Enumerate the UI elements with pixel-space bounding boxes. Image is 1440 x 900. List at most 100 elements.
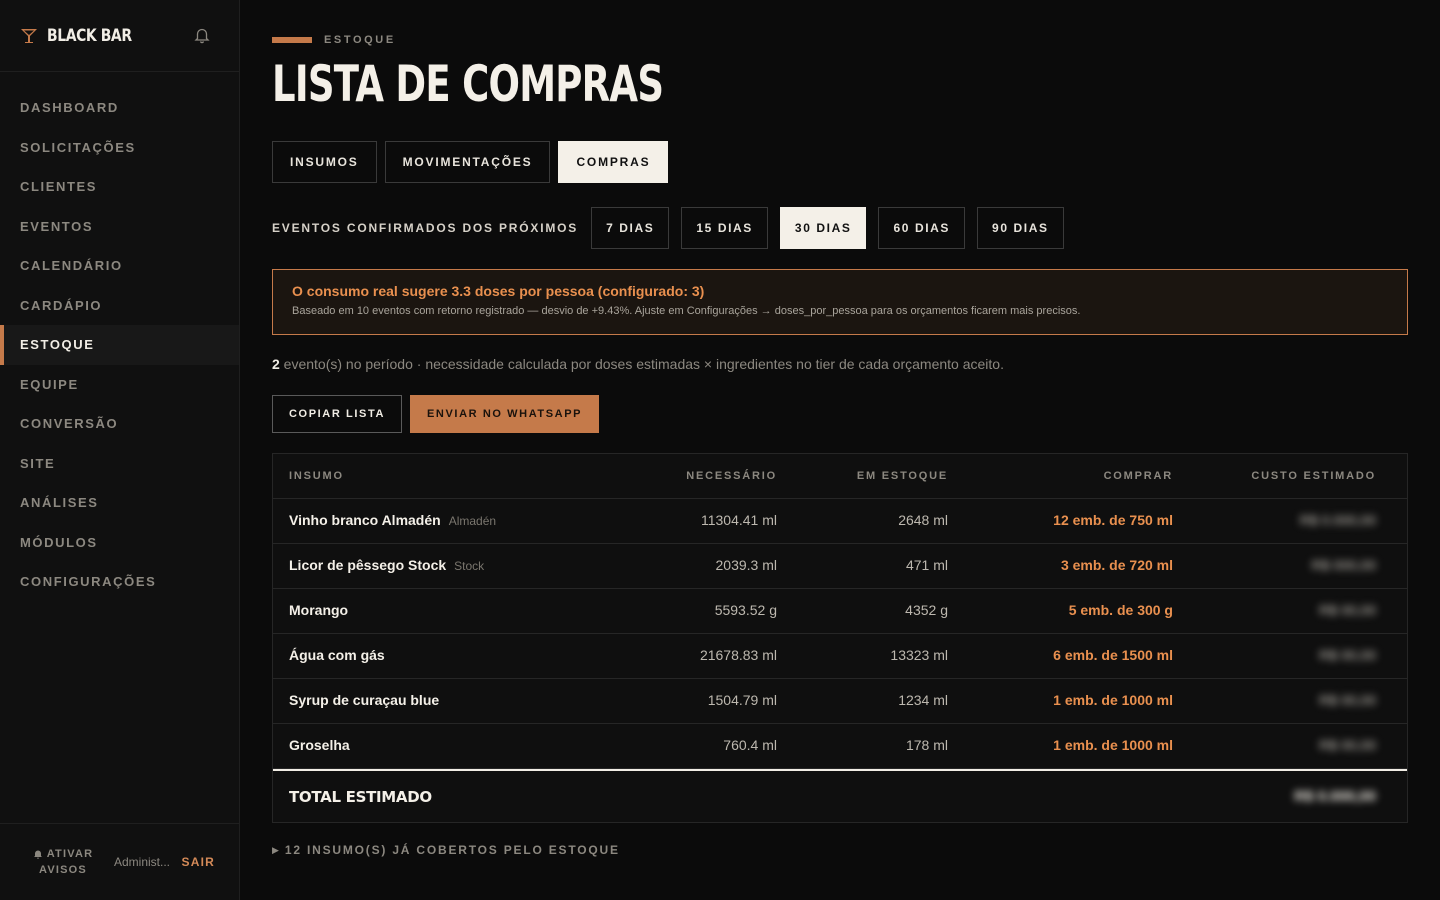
cell-comprar: 6 emb. de 1500 ml (948, 647, 1173, 665)
sidebar-item-configuracoes[interactable]: CONFIGURAÇÕES (0, 562, 239, 602)
cell-insumo: Syrup de curaçau blue (273, 692, 608, 710)
event-count: 2 (272, 356, 280, 372)
cell-comprar: 5 emb. de 300 g (948, 602, 1173, 620)
stock-value: 13323 ml (890, 647, 948, 663)
eyebrow-accent-bar (272, 37, 312, 43)
sidebar-item-analises[interactable]: ANÁLISES (0, 483, 239, 523)
col-insumo: INSUMO (289, 470, 344, 482)
period-option-60-dias[interactable]: 60 DIAS (878, 207, 966, 249)
covered-items-toggle[interactable]: ▶ 12 INSUMO(S) JÁ COBERTOS PELO ESTOQUE (272, 843, 620, 857)
enable-notifications-button[interactable]: ATIVAR AVISOS (30, 846, 96, 878)
item-brand: Stock (454, 559, 485, 573)
needed-value: 21678.83 ml (699, 647, 777, 663)
cell-insumo: Morango (273, 602, 608, 620)
period-label: EVENTOS CONFIRMADOS DOS PRÓXIMOS (272, 221, 579, 235)
cell-em-estoque: 13323 ml (777, 647, 948, 665)
tab-insumos[interactable]: INSUMOS (272, 141, 377, 183)
stock-value: 178 ml (905, 737, 948, 753)
sidebar-item-modulos[interactable]: MÓDULOS (0, 523, 239, 563)
bell-small-icon (33, 850, 42, 859)
table-row: Syrup de curaçau blue 1504.79 ml 1234 ml 1 … (273, 679, 1407, 724)
cell-necessario: 760.4 ml (608, 737, 777, 755)
list-actions: COPIAR LISTA ENVIAR NO WHATSAPP (272, 395, 600, 433)
period-filter: EVENTOS CONFIRMADOS DOS PRÓXIMOS 7 DIAS 1… (272, 207, 1064, 249)
stock-value: 471 ml (905, 557, 948, 573)
sidebar-item-dashboard[interactable]: DASHBOARD (0, 88, 239, 128)
sidebar-footer: ATIVAR AVISOS Administ... SAIR (0, 823, 239, 900)
cell-comprar: 1 emb. de 1000 ml (948, 737, 1173, 755)
table-row: Groselha 760.4 ml 178 ml 1 emb. de 1000 ml R… (273, 724, 1407, 769)
period-summary: 2 evento(s) no período · necessidade cal… (272, 356, 1004, 372)
item-name: Licor de pêssego Stock (289, 557, 447, 573)
user-name: Administ... (114, 855, 171, 869)
cell-em-estoque: 4352 g (777, 602, 948, 620)
col-em-estoque: EM ESTOQUE (856, 470, 948, 482)
period-option-7-dias[interactable]: 7 DIAS (591, 207, 670, 249)
brand-name: BLACK BAR (47, 25, 132, 46)
tab-movimentacoes[interactable]: MOVIMENTAÇÕES (384, 141, 551, 183)
item-brand: Almadén (448, 514, 497, 528)
table-body: Vinho branco Almadén Almadén 11304.41 ml 26… (273, 499, 1407, 769)
sidebar-item-eventos[interactable]: EVENTOS (0, 207, 239, 247)
needed-value: 11304.41 ml (700, 512, 777, 528)
cell-em-estoque: 2648 ml (777, 512, 948, 530)
cell-comprar: 1 emb. de 1000 ml (948, 692, 1173, 710)
cell-comprar: 3 emb. de 720 ml (948, 557, 1173, 575)
stock-value: 4352 g (905, 602, 948, 618)
buy-value: 5 emb. de 300 g (1068, 602, 1173, 618)
eyebrow-text: ESTOQUE (324, 34, 396, 46)
sidebar-item-conversao[interactable]: CONVERSÃO (0, 404, 239, 444)
cost-value-blurred: R$ 00,00 (1319, 647, 1376, 663)
needed-value: 5593.52 g (714, 602, 777, 618)
table-row: Morango 5593.52 g 4352 g 5 emb. de 300 g R$ … (273, 589, 1407, 634)
col-necessario: NECESSÁRIO (686, 470, 777, 482)
sidebar-item-clientes[interactable]: CLIENTES (0, 167, 239, 207)
shopping-table: INSUMO NECESSÁRIO EM ESTOQUE COMPRAR CUS… (272, 453, 1408, 823)
cell-custo: R$ 00,00 (1173, 692, 1392, 710)
send-whatsapp-button[interactable]: ENVIAR NO WHATSAPP (410, 395, 600, 433)
bell-icon[interactable] (193, 26, 211, 44)
sidebar-item-site[interactable]: SITE (0, 444, 239, 484)
tab-compras[interactable]: COMPRAS (558, 141, 669, 183)
sidebar-item-equipe[interactable]: EQUIPE (0, 365, 239, 405)
consumption-alert: O consumo real sugere 3.3 doses por pess… (272, 269, 1408, 335)
item-name: Água com gás (289, 647, 385, 663)
cost-value-blurred: R$ 0.000,00 (1299, 512, 1376, 528)
sidebar-item-calendario[interactable]: CALENDÁRIO (0, 246, 239, 286)
sidebar-item-estoque[interactable]: ESTOQUE (0, 325, 239, 365)
covered-items-label: 12 INSUMO(S) JÁ COBERTOS PELO ESTOQUE (284, 843, 620, 857)
cell-em-estoque: 178 ml (777, 737, 948, 755)
cell-insumo: Vinho branco Almadén Almadén (273, 512, 608, 530)
copy-list-button[interactable]: COPIAR LISTA (272, 395, 402, 433)
period-option-30-dias[interactable]: 30 DIAS (779, 207, 867, 249)
table-row: Licor de pêssego Stock Stock 2039.3 ml 471 … (273, 544, 1407, 589)
cell-custo: R$ 00,00 (1173, 602, 1392, 620)
sidebar: BLACK BAR DASHBOARD SOLICITAÇÕES CLIENTES E… (0, 0, 240, 900)
sidebar-item-cardapio[interactable]: CARDÁPIO (0, 286, 239, 326)
sidebar-nav: DASHBOARD SOLICITAÇÕES CLIENTES EVENTOS CALE… (0, 88, 239, 602)
buy-value: 3 emb. de 720 ml (1060, 557, 1173, 573)
col-custo: CUSTO ESTIMADO (1251, 470, 1376, 482)
needed-value: 760.4 ml (723, 737, 777, 753)
cell-insumo: Água com gás (273, 647, 608, 665)
section-tabs: INSUMOS MOVIMENTAÇÕES COMPRAS (272, 141, 669, 183)
logout-button[interactable]: SAIR (182, 855, 215, 869)
sidebar-item-solicitacoes[interactable]: SOLICITAÇÕES (0, 128, 239, 168)
buy-value: 12 emb. de 750 ml (1053, 512, 1173, 528)
total-label: TOTAL ESTIMADO (289, 787, 432, 806)
cell-necessario: 5593.52 g (608, 602, 777, 620)
table-header: INSUMO NECESSÁRIO EM ESTOQUE COMPRAR CUS… (273, 454, 1407, 499)
period-option-15-dias[interactable]: 15 DIAS (681, 207, 768, 249)
period-option-90-dias[interactable]: 90 DIAS (977, 207, 1064, 249)
cost-value-blurred: R$ 00,00 (1319, 737, 1376, 753)
table-row: Vinho branco Almadén Almadén 11304.41 ml 26… (273, 499, 1407, 544)
cell-comprar: 12 emb. de 750 ml (948, 512, 1173, 530)
cell-necessario: 1504.79 ml (608, 692, 777, 710)
stock-value: 2648 ml (898, 512, 948, 528)
cost-value-blurred: R$ 00,00 (1319, 602, 1376, 618)
cost-value-blurred: R$ 00,00 (1319, 692, 1376, 708)
enable-notifications-label: ATIVAR (46, 848, 94, 860)
buy-value: 1 emb. de 1000 ml (1053, 692, 1173, 708)
cell-necessario: 21678.83 ml (608, 647, 777, 665)
summary-text: evento(s) no período · necessidade calcu… (279, 356, 1004, 372)
